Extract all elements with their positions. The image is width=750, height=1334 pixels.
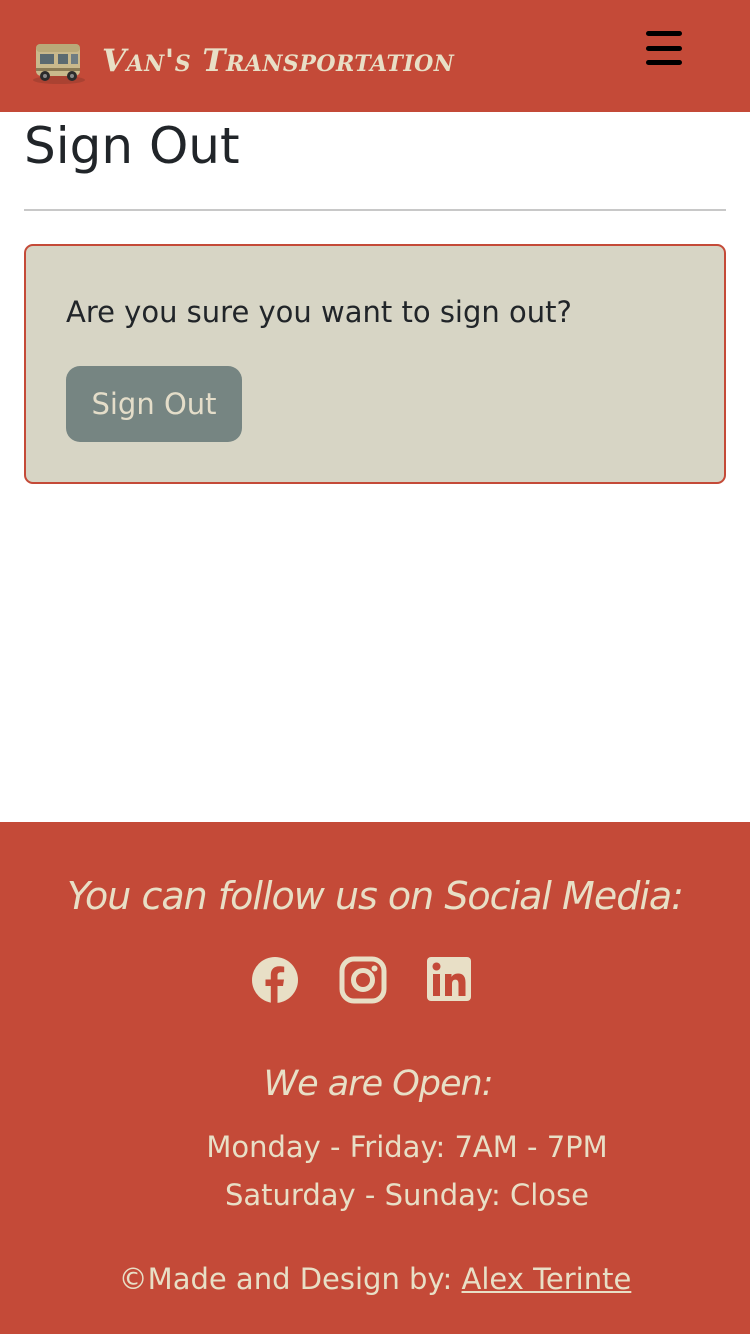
social-links (0, 956, 750, 1006)
van-logo-icon (33, 44, 85, 84)
credit-author-link[interactable]: Alex Terinte (462, 1262, 632, 1296)
hamburger-menu-icon (646, 45, 682, 51)
brand-name: Van's Transportation (102, 43, 455, 79)
title-divider (24, 209, 726, 211)
hamburger-menu-icon (646, 31, 682, 36)
signout-confirm-card: Are you sure you want to sign out? Sign … (24, 244, 726, 484)
signout-button[interactable]: Sign Out (66, 366, 242, 442)
credit-prefix: ©Made and Design by: (118, 1262, 462, 1296)
instagram-icon[interactable] (339, 956, 387, 1004)
page-title: Sign Out (24, 117, 240, 175)
confirm-text: Are you sure you want to sign out? (66, 295, 572, 329)
linkedin-icon[interactable] (426, 956, 474, 1004)
hamburger-menu-icon (646, 60, 682, 65)
hours-weekdays: Monday - Friday: 7AM - 7PM (206, 1130, 608, 1164)
brand-link[interactable]: Van's Transportation (30, 36, 454, 86)
social-title: You can follow us on Social Media: (67, 874, 684, 918)
top-navbar: Van's Transportation (0, 0, 750, 112)
hours-title: We are Open: (263, 1064, 493, 1104)
footer: You can follow us on Social Media: We ar… (0, 822, 750, 1334)
hamburger-menu-button[interactable] (640, 28, 688, 68)
credit-line: ©Made and Design by: Alex Terinte (0, 1262, 750, 1296)
hours-weekend: Saturday - Sunday: Close (225, 1178, 589, 1212)
facebook-icon[interactable] (251, 956, 299, 1004)
